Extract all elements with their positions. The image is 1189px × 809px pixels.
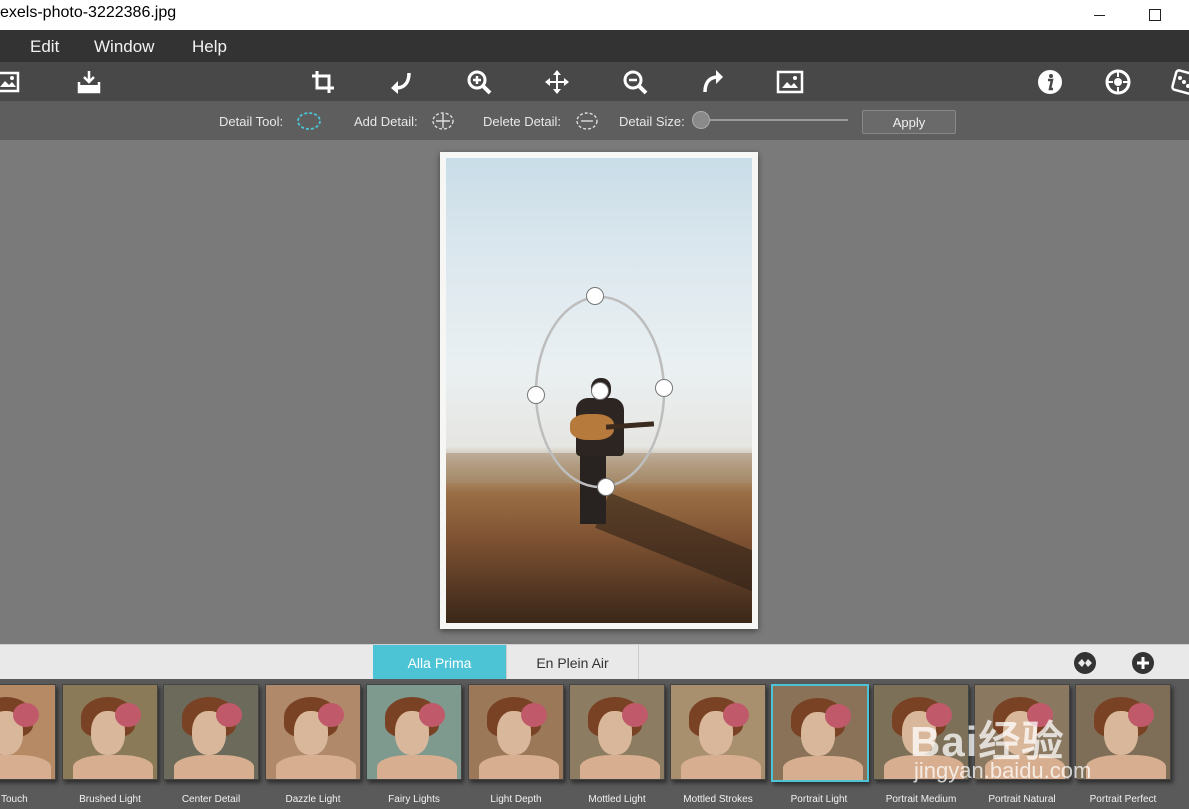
settings-icon xyxy=(1105,69,1131,95)
detail-size-label: Detail Size: xyxy=(619,114,685,129)
apply-button[interactable]: Apply xyxy=(862,110,956,134)
ellipse-handle-right[interactable] xyxy=(655,379,673,397)
crop-icon xyxy=(312,71,334,93)
title-bar: exels-photo-3222386.jpg xyxy=(0,0,1189,30)
detail-size-slider-thumb[interactable] xyxy=(692,111,710,129)
save-icon xyxy=(77,71,101,94)
style-tab-strip: Alla Prima En Plein Air xyxy=(0,644,1189,680)
watermark-sub: jingyan.baidu.com xyxy=(914,758,1092,783)
photo-canvas[interactable] xyxy=(440,152,758,629)
preset-thumbnail xyxy=(468,684,564,780)
info-button[interactable] xyxy=(1034,66,1066,98)
menu-help[interactable]: Help xyxy=(192,37,227,57)
preset-thumbnail xyxy=(670,684,766,780)
palette-icon[interactable] xyxy=(1072,650,1098,676)
preset-item[interactable]: Dazzle Light xyxy=(265,684,361,805)
delete-detail-label: Delete Detail: xyxy=(483,114,562,129)
preset-thumbnail xyxy=(569,684,665,780)
preset-label: Dazzle Light xyxy=(285,794,341,805)
window-title: exels-photo-3222386.jpg xyxy=(0,4,177,21)
minimize-icon xyxy=(1093,14,1105,16)
preset-label: Mottled Strokes xyxy=(683,794,753,805)
toolbar xyxy=(0,62,1189,101)
preset-label: Light Depth xyxy=(490,794,542,805)
preset-thumbnail xyxy=(771,684,869,782)
info-icon xyxy=(1038,70,1062,94)
extras-button[interactable] xyxy=(1168,66,1189,98)
ellipse-handle-center[interactable] xyxy=(591,382,609,400)
zoom-in-icon xyxy=(467,70,492,95)
menu-edit[interactable]: Edit xyxy=(30,37,59,57)
ellipse-handle-left[interactable] xyxy=(527,386,545,404)
tab-en-plein-air[interactable]: En Plein Air xyxy=(506,645,639,680)
move-icon xyxy=(545,70,569,94)
zoom-out-button[interactable] xyxy=(619,66,651,98)
detail-toolbar: Detail Tool: Add Detail: Delete Detail: … xyxy=(0,101,1189,140)
preset-item-selected[interactable]: Portrait Light xyxy=(771,684,869,805)
preset-item[interactable]: Fairy Lights xyxy=(366,684,462,805)
ellipse-handle-bottom[interactable] xyxy=(597,478,615,496)
settings-button[interactable] xyxy=(1102,66,1134,98)
detail-tool-label: Detail Tool: xyxy=(219,114,284,129)
detail-size-slider-track[interactable] xyxy=(702,119,848,121)
preset-thumbnail xyxy=(366,684,462,780)
preset-item[interactable]: Brushed Light xyxy=(62,684,158,805)
preset-item[interactable]: tic Touch xyxy=(0,684,56,805)
add-detail-icon[interactable] xyxy=(430,110,456,132)
preset-label: Portrait Light xyxy=(790,794,848,805)
move-button[interactable] xyxy=(541,66,573,98)
open-image-icon xyxy=(0,71,20,93)
maximize-button[interactable] xyxy=(1132,0,1178,30)
add-detail-label: Add Detail: xyxy=(354,114,418,129)
preset-thumbnail xyxy=(0,684,56,780)
add-preset-icon[interactable] xyxy=(1130,650,1156,676)
delete-detail-icon[interactable] xyxy=(574,110,600,132)
extras-icon xyxy=(1171,69,1189,95)
redo-button[interactable] xyxy=(697,66,729,98)
save-button[interactable] xyxy=(73,66,105,98)
preset-thumbnail xyxy=(62,684,158,780)
open-image-button[interactable] xyxy=(0,66,24,98)
tab-alla-prima[interactable]: Alla Prima xyxy=(373,645,506,680)
preset-label: Brushed Light xyxy=(79,794,141,805)
menu-window[interactable]: Window xyxy=(94,37,154,57)
preset-item[interactable]: Light Depth xyxy=(468,684,564,805)
baidu-watermark: Bai经验 jingyan.baidu.com xyxy=(910,680,1170,800)
detail-tool-icon[interactable] xyxy=(296,110,322,132)
preset-item[interactable]: Mottled Strokes xyxy=(670,684,766,805)
minimize-button[interactable] xyxy=(1076,0,1122,30)
zoom-out-icon xyxy=(623,70,648,95)
redo-icon xyxy=(703,70,723,93)
ellipse-handle-top[interactable] xyxy=(586,287,604,305)
undo-button[interactable] xyxy=(385,66,417,98)
menu-bar: Edit Window Help xyxy=(0,30,1189,62)
zoom-in-button[interactable] xyxy=(463,66,495,98)
image-view-button[interactable] xyxy=(774,66,806,98)
preset-thumbnail xyxy=(265,684,361,780)
preset-label: Center Detail xyxy=(181,794,241,805)
crop-button[interactable] xyxy=(307,66,339,98)
undo-icon xyxy=(391,72,411,94)
preset-item[interactable]: Mottled Light xyxy=(569,684,665,805)
maximize-icon xyxy=(1149,9,1161,21)
preset-label: Mottled Light xyxy=(588,794,646,805)
preset-thumbnail xyxy=(163,684,259,780)
preset-label: Fairy Lights xyxy=(388,794,440,805)
preset-item[interactable]: Center Detail xyxy=(163,684,259,805)
image-view-icon xyxy=(776,70,804,94)
